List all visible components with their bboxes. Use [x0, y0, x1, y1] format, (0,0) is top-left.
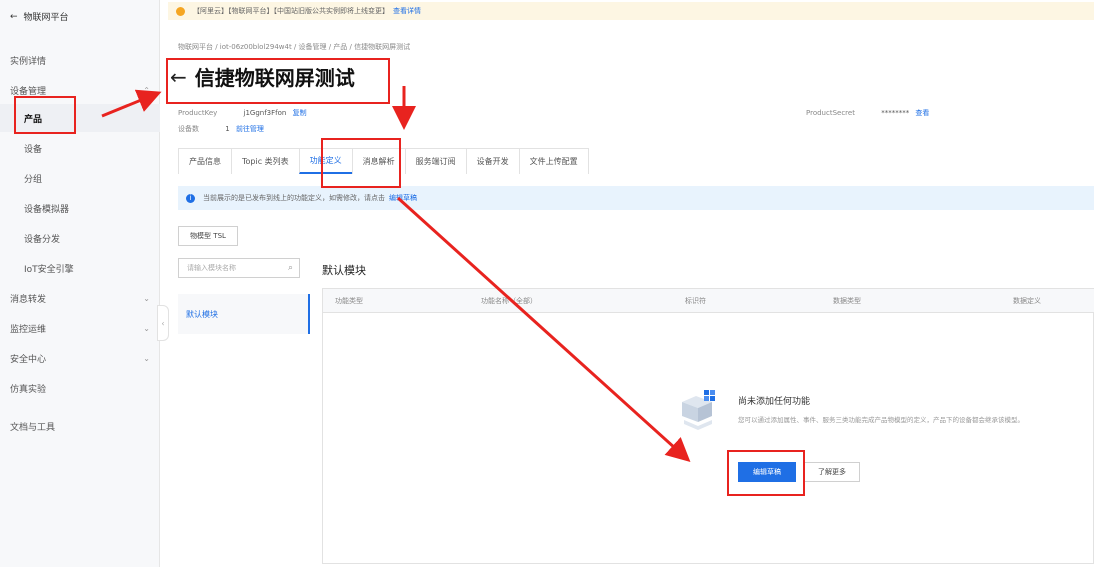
empty-state-title: 尚未添加任何功能: [738, 397, 811, 407]
device-count-label: 设备数: [178, 125, 199, 133]
view-secret-link[interactable]: 查看: [915, 109, 929, 117]
search-placeholder: 请输入模块名称: [187, 264, 236, 272]
learn-more-button[interactable]: 了解更多: [804, 462, 860, 482]
chevron-left-icon: ‹: [161, 318, 165, 328]
annotation-box-product: [14, 96, 76, 134]
arrow-left-icon: ←: [10, 11, 18, 22]
chevron-up-icon: ⌃: [143, 85, 150, 95]
module-title: 默认模块: [322, 264, 366, 277]
chevron-down-icon: ⌄: [143, 323, 150, 333]
notice-text: 【阿里云】【物联网平台】【中国站旧版公共实例即将上线变更】: [193, 7, 389, 15]
sidebar-item-label: 设备: [24, 144, 43, 155]
sidebar-item-group[interactable]: 分组: [0, 164, 160, 192]
sidebar-item-device[interactable]: 设备: [0, 134, 160, 162]
sidebar-item-simulator[interactable]: 设备模拟器: [0, 194, 160, 222]
sidebar-item-label: 设备模拟器: [24, 204, 70, 215]
annotation-box-edit-draft: [727, 450, 805, 496]
column-header: 数据类型: [833, 297, 861, 305]
annotation-box-title: [166, 58, 390, 104]
tab-server-subscription[interactable]: 服务端订阅: [404, 148, 467, 174]
tab-device-development[interactable]: 设备开发: [465, 148, 520, 174]
column-header[interactable]: 功能名称（全部）: [481, 296, 537, 306]
sidebar-item-security-center[interactable]: 安全中心 ⌄: [0, 344, 160, 372]
sidebar-item-security-engine[interactable]: IoT安全引擎: [0, 254, 160, 282]
product-key-label: ProductKey: [178, 109, 218, 117]
search-icon[interactable]: ⌕: [288, 263, 293, 273]
device-count-value: 1: [225, 125, 230, 133]
tab-product-info[interactable]: 产品信息: [178, 148, 232, 174]
tsl-button[interactable]: 物模型 TSL: [178, 226, 238, 246]
warning-icon: [176, 6, 185, 16]
info-icon: i: [186, 193, 195, 203]
sidebar-item-message-forwarding[interactable]: 消息转发 ⌄: [0, 284, 160, 312]
column-header: 标识符: [685, 297, 706, 305]
sidebar-item-monitoring[interactable]: 监控运维 ⌄: [0, 314, 160, 342]
info-text: 当前展示的是已发布到线上的功能定义，如需修改，请点击: [203, 194, 385, 202]
table-header: 功能类型 功能名称（全部） 标识符 数据类型 数据定义: [323, 289, 1094, 313]
product-secret-row: ProductSecret ******** 查看: [806, 108, 929, 118]
manage-devices-link[interactable]: 前往管理: [236, 125, 264, 133]
notice-bar: 【阿里云】【物联网平台】【中国站旧版公共实例即将上线变更】 查看详情: [168, 2, 1094, 20]
column-header: 数据定义: [1013, 297, 1041, 305]
sidebar-item-label: IoT安全引擎: [24, 264, 74, 275]
tab-file-upload-config[interactable]: 文件上传配置: [518, 148, 589, 174]
sidebar-item-label: 监控运维: [10, 324, 47, 335]
column-header: 功能类型: [335, 297, 363, 305]
product-secret-label: ProductSecret: [806, 109, 855, 117]
info-bar: i 当前展示的是已发布到线上的功能定义，如需修改，请点击 编辑草稿: [178, 186, 1094, 210]
sidebar-item-simulation-lab[interactable]: 仿真实验: [0, 374, 160, 402]
sidebar-item-label: 仿真实验: [10, 384, 47, 395]
tab-topic-list[interactable]: Topic 类列表: [231, 148, 300, 174]
empty-state-illustration-icon: [682, 390, 715, 430]
sidebar: ← 物联网平台 实例详情 设备管理 ⌃ 产品 设备 分组 设备模拟器 设备分发 …: [0, 0, 160, 567]
sidebar-item-label: 安全中心: [10, 354, 47, 365]
sidebar-item-label: 分组: [24, 174, 43, 185]
breadcrumb[interactable]: 物联网平台 / iot-06z00blol294w4t / 设备管理 / 产品 …: [178, 42, 410, 52]
product-key-row: ProductKey j1Ggnf3Ffon 复制: [178, 108, 307, 118]
module-search-input[interactable]: 请输入模块名称 ⌕: [178, 258, 300, 278]
product-key-value: j1Ggnf3Ffon: [243, 109, 287, 117]
chevron-down-icon: ⌄: [143, 353, 150, 363]
edit-draft-link[interactable]: 编辑草稿: [389, 193, 417, 203]
sidebar-item-docs-tools[interactable]: 文档与工具: [0, 412, 160, 440]
notice-link[interactable]: 查看详情: [393, 6, 421, 16]
sidebar-item-instance[interactable]: 实例详情: [0, 46, 160, 74]
device-count-row: 设备数 1 前往管理: [178, 124, 264, 134]
chevron-down-icon: ⌄: [143, 293, 150, 303]
back-to-platform-link[interactable]: ← 物联网平台: [10, 10, 69, 24]
empty-state-description: 您可以通过添加属性、事件、服务三类功能完成产品物模型的定义，产品下的设备都会继承…: [738, 416, 1024, 424]
annotation-box-feature-tab: [321, 138, 401, 188]
copy-product-key-link[interactable]: 复制: [293, 109, 307, 117]
sidebar-item-label: 实例详情: [10, 56, 47, 67]
sidebar-collapse-toggle[interactable]: ‹: [157, 305, 169, 341]
sidebar-item-label: 设备分发: [24, 234, 61, 245]
sidebar-item-label: 消息转发: [10, 294, 47, 305]
sidebar-item-label: 文档与工具: [10, 422, 56, 433]
back-label: 物联网平台: [23, 13, 69, 23]
module-list-item[interactable]: 默认模块: [178, 294, 310, 334]
sidebar-item-distribution[interactable]: 设备分发: [0, 224, 160, 252]
sidebar-item-label: 设备管理: [10, 86, 47, 97]
product-secret-value: ********: [881, 109, 910, 117]
